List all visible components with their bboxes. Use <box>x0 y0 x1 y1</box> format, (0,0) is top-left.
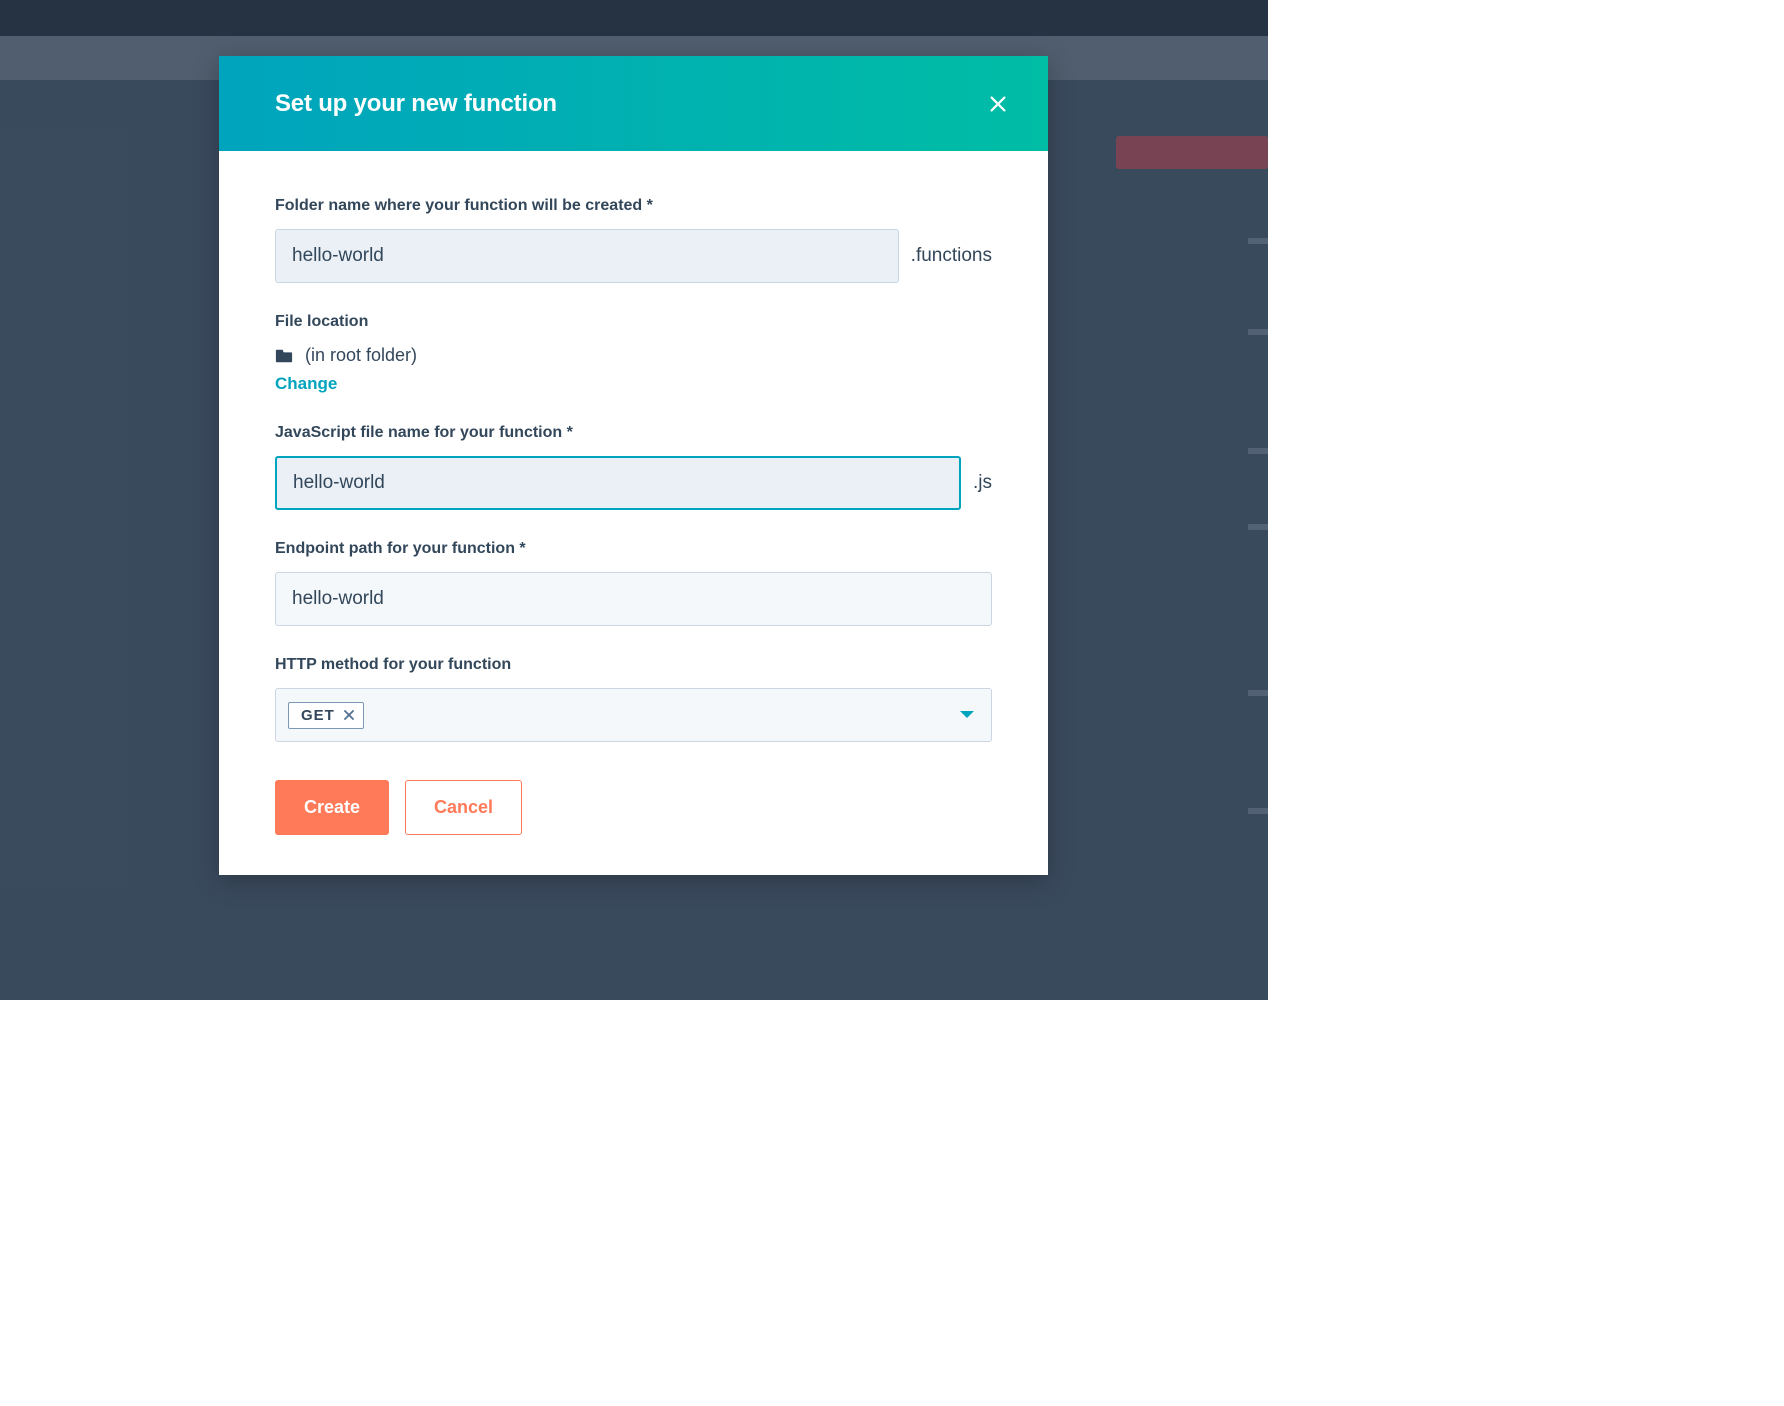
endpoint-field: Endpoint path for your function * <box>275 540 992 626</box>
file-location-label: File location <box>275 313 992 331</box>
js-file-field: JavaScript file name for your function *… <box>275 424 992 510</box>
create-function-modal: Set up your new function Folder name whe… <box>219 56 1048 875</box>
js-file-label: JavaScript file name for your function * <box>275 424 992 442</box>
http-method-chip-label: GET <box>301 707 335 724</box>
cancel-button[interactable]: Cancel <box>405 780 522 835</box>
js-file-input[interactable] <box>275 456 961 510</box>
modal-footer: Create Cancel <box>275 780 992 835</box>
app-topbar <box>0 0 1268 36</box>
folder-name-input[interactable] <box>275 229 899 283</box>
modal-body: Folder name where your function will be … <box>219 151 1048 875</box>
http-method-chip: GET <box>288 702 364 729</box>
http-method-select[interactable]: GET <box>275 688 992 742</box>
endpoint-label: Endpoint path for your function * <box>275 540 992 558</box>
chip-remove-icon[interactable] <box>343 709 355 721</box>
folder-name-suffix: .functions <box>911 245 992 267</box>
change-location-link[interactable]: Change <box>275 374 337 394</box>
endpoint-input[interactable] <box>275 572 992 626</box>
file-location-field: File location (in root folder) Change <box>275 313 992 394</box>
close-icon[interactable] <box>984 90 1012 118</box>
chevron-down-icon <box>959 709 975 721</box>
folder-name-label: Folder name where your function will be … <box>275 197 992 215</box>
file-location-path: (in root folder) <box>305 345 417 366</box>
modal-title: Set up your new function <box>275 90 557 118</box>
folder-icon <box>275 348 293 364</box>
http-method-field: HTTP method for your function GET <box>275 656 992 742</box>
modal-header: Set up your new function <box>219 56 1048 151</box>
folder-name-field: Folder name where your function will be … <box>275 197 992 283</box>
create-button[interactable]: Create <box>275 780 389 835</box>
js-file-suffix: .js <box>973 472 992 494</box>
http-method-label: HTTP method for your function <box>275 656 992 674</box>
